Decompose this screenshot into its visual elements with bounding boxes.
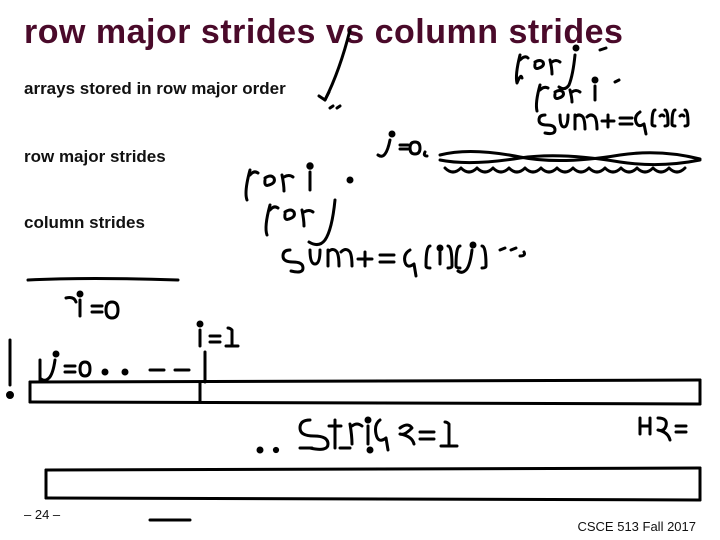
slide: row major strides vs column strides arra… — [0, 0, 720, 540]
course-footer: CSCE 513 Fall 2017 — [577, 519, 696, 534]
subhead-column-strides: column strides — [24, 213, 696, 233]
subhead-row-major-order: arrays stored in row major order — [24, 79, 696, 99]
subhead-row-major-strides: row major strides — [24, 147, 696, 167]
page-number: – 24 – — [24, 507, 60, 522]
page-title: row major strides vs column strides — [24, 14, 696, 51]
